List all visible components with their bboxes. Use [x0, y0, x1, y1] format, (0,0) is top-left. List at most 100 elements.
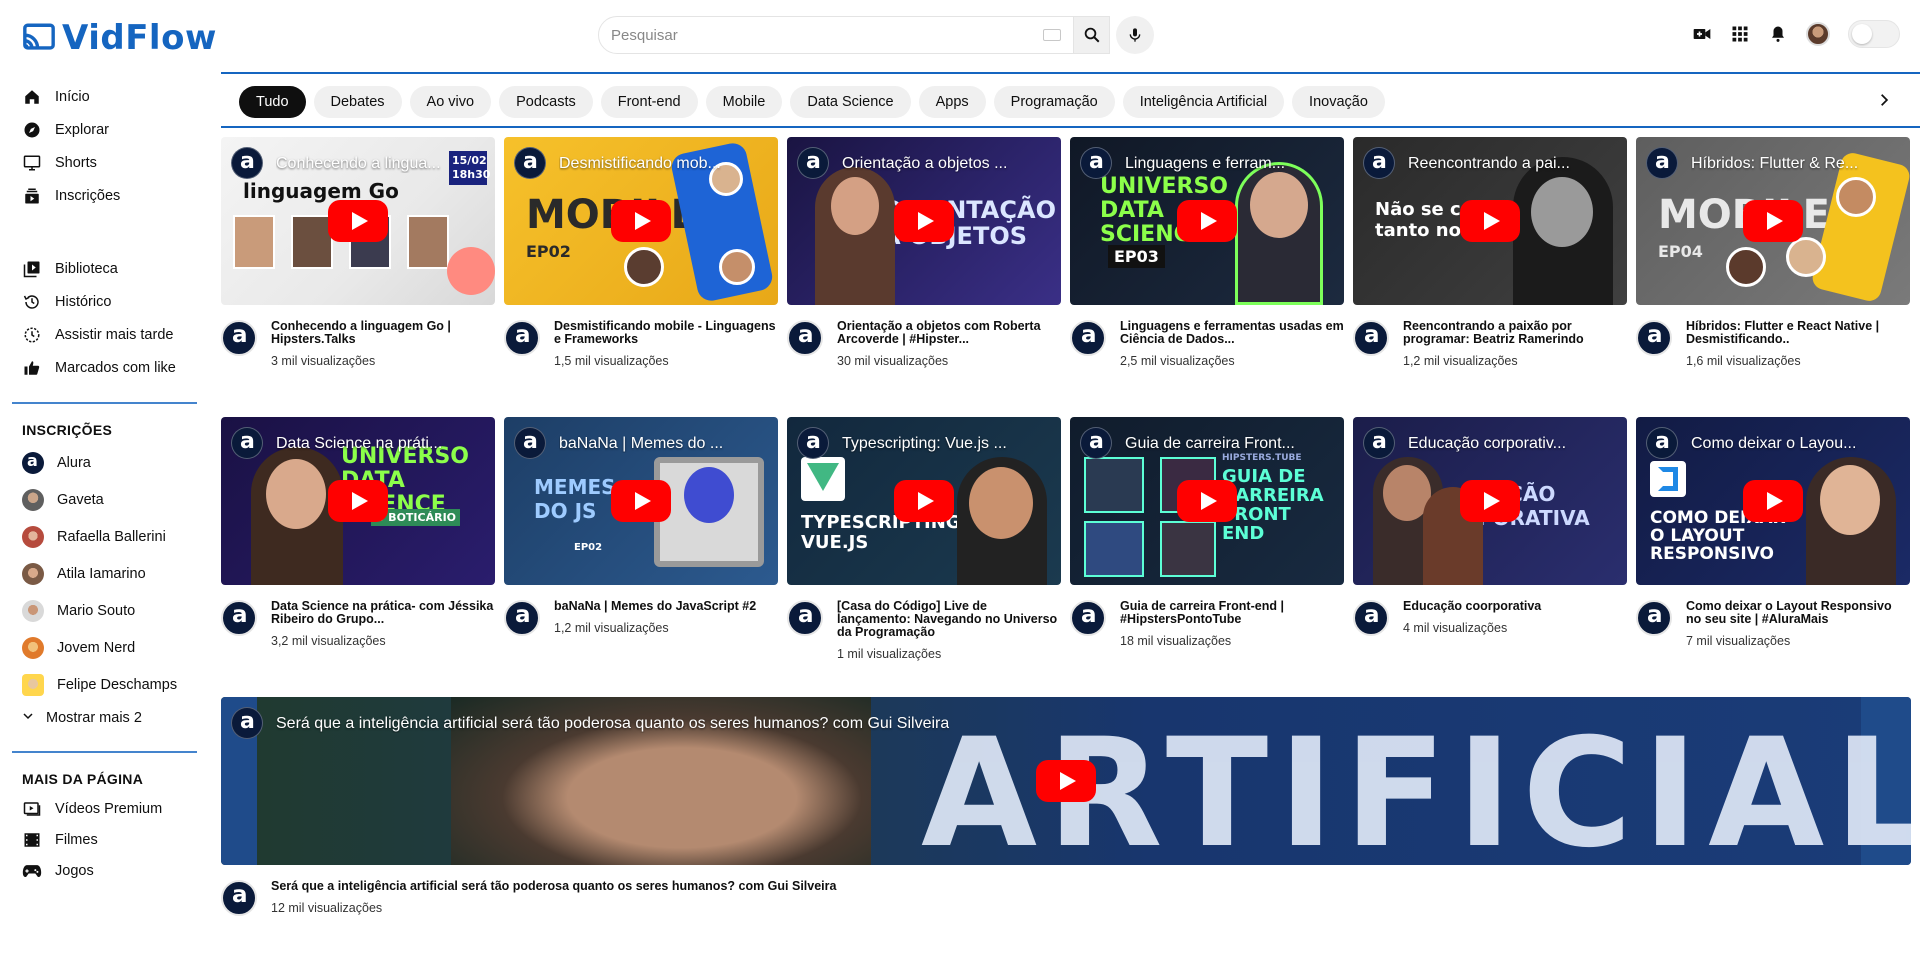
chip-inteligencia-artificial[interactable]: Inteligência Artificial — [1122, 86, 1285, 118]
video-card[interactable]: CAÇÃO PORATIVA Educação corporativ... Ed… — [1353, 417, 1627, 697]
channel-avatar[interactable] — [787, 320, 823, 356]
video-card[interactable]: TYPESCRIPTING: VUE.JS Typescripting: Vue… — [787, 417, 1061, 697]
play-button-icon[interactable] — [1743, 480, 1803, 522]
channel-avatar[interactable] — [1353, 600, 1389, 636]
sidebar-item-marcados-com-like[interactable]: Marcados com like — [0, 351, 200, 384]
play-button-icon[interactable] — [894, 480, 954, 522]
video-thumbnail[interactable]: Não se co tanto no i Reencontrando a pai… — [1353, 137, 1627, 305]
subscription-gaveta[interactable]: Gaveta — [0, 481, 200, 518]
voice-search-button[interactable] — [1116, 16, 1154, 54]
channel-avatar[interactable] — [787, 600, 823, 636]
video-thumbnail[interactable]: GUIA DE CARREIRA FRONT END HIPSTERS.TUBE… — [1070, 417, 1344, 585]
chip-tudo[interactable]: Tudo — [239, 86, 306, 118]
video-title[interactable]: Educação coorporativa — [1403, 600, 1627, 613]
create-video-icon[interactable] — [1692, 24, 1712, 44]
play-button-icon[interactable] — [1036, 760, 1096, 802]
video-card[interactable]: UNIVERSO DATA SCIENCE EP03 Linguagens e … — [1070, 137, 1344, 417]
sidebar-item-explorar[interactable]: Explorar — [0, 113, 200, 146]
search-input[interactable] — [611, 26, 1031, 44]
channel-avatar[interactable] — [1070, 320, 1106, 356]
channel-avatar[interactable] — [221, 600, 257, 636]
logo[interactable]: VidFlow — [22, 18, 217, 58]
video-title[interactable]: Híbridos: Flutter e React Native | Desmi… — [1686, 320, 1910, 346]
subscription-mario-souto[interactable]: Mario Souto — [0, 592, 200, 629]
channel-avatar[interactable] — [504, 600, 540, 636]
video-thumbnail[interactable]: UNIVERSO DATA SCIENCE O BOTICÁRIO Data S… — [221, 417, 495, 585]
sidebar-item-videos-premium[interactable]: Vídeos Premium — [0, 793, 200, 824]
sidebar-item-inicio[interactable]: Início — [0, 80, 200, 113]
chip-mobile[interactable]: Mobile — [705, 86, 783, 118]
channel-avatar[interactable] — [504, 320, 540, 356]
video-thumbnail[interactable]: UNIVERSO DATA SCIENCE EP03 Linguagens e … — [1070, 137, 1344, 305]
video-card[interactable]: MOBILE EP02 Desmistificando mob... Desmi… — [504, 137, 778, 417]
video-thumbnail[interactable]: COMO DEIXAR O LAYOUT RESPONSIVO Como dei… — [1636, 417, 1910, 585]
video-thumbnail[interactable]: linguagem Go 15/02 18h30 Conhecendo a li… — [221, 137, 495, 305]
play-button-icon[interactable] — [894, 200, 954, 242]
video-card[interactable]: GUIA DE CARREIRA FRONT END HIPSTERS.TUBE… — [1070, 417, 1344, 697]
video-title[interactable]: Como deixar o Layout Responsivo no seu s… — [1686, 600, 1910, 626]
video-thumbnail[interactable]: TYPESCRIPTING: VUE.JS Typescripting: Vue… — [787, 417, 1061, 585]
video-title[interactable]: Guia de carreira Front-end | #HipstersPo… — [1120, 600, 1344, 626]
chip-data-science[interactable]: Data Science — [790, 86, 911, 118]
user-avatar[interactable] — [1806, 22, 1830, 46]
video-card[interactable]: ORIENTAÇÃO A OBJETOS Orientação a objeto… — [787, 137, 1061, 417]
sidebar-item-historico[interactable]: Histórico — [0, 285, 200, 318]
play-button-icon[interactable] — [1177, 200, 1237, 242]
play-button-icon[interactable] — [328, 480, 388, 522]
video-card[interactable]: MEMES DO JS EP02 baNaNa | Memes do ... b… — [504, 417, 778, 697]
video-title[interactable]: Orientação a objetos com Roberta Arcover… — [837, 320, 1061, 346]
play-button-icon[interactable] — [1743, 200, 1803, 242]
video-title[interactable]: Conhecendo a linguagem Go | Hipsters.Tal… — [271, 320, 495, 346]
sidebar-item-filmes[interactable]: Filmes — [0, 824, 200, 855]
video-card[interactable]: COMO DEIXAR O LAYOUT RESPONSIVO Como dei… — [1636, 417, 1910, 697]
video-title[interactable]: Desmistificando mobile - Linguagens e Fr… — [554, 320, 778, 346]
notifications-bell-icon[interactable] — [1768, 24, 1788, 44]
play-button-icon[interactable] — [1177, 480, 1237, 522]
video-thumbnail[interactable]: MOBILE EP04 Híbridos: Flutter & Re... — [1636, 137, 1910, 305]
video-title[interactable]: [Casa do Código] Live de lançamento: Nav… — [837, 600, 1061, 639]
video-title[interactable]: Data Science na prática- com Jéssika Rib… — [271, 600, 495, 626]
channel-avatar[interactable] — [1070, 600, 1106, 636]
keyboard-icon[interactable] — [1043, 29, 1061, 41]
play-button-icon[interactable] — [611, 200, 671, 242]
video-card[interactable]: MOBILE EP04 Híbridos: Flutter & Re... Hí… — [1636, 137, 1910, 417]
channel-avatar[interactable] — [1636, 600, 1672, 636]
video-thumbnail[interactable]: MOBILE EP02 Desmistificando mob... — [504, 137, 778, 305]
theme-toggle[interactable] — [1848, 20, 1900, 48]
chevron-right-icon[interactable] — [1872, 88, 1896, 112]
apps-grid-icon[interactable] — [1730, 24, 1750, 44]
subscription-jovem-nerd[interactable]: Jovem Nerd — [0, 629, 200, 666]
video-thumbnail[interactable]: ORIENTAÇÃO A OBJETOS Orientação a objeto… — [787, 137, 1061, 305]
chip-apps[interactable]: Apps — [918, 86, 986, 118]
subscription-felipe-deschamps[interactable]: Felipe Deschamps — [0, 666, 200, 703]
play-button-icon[interactable] — [611, 480, 671, 522]
sidebar-item-assistir-mais-tarde[interactable]: Assistir mais tarde — [0, 318, 200, 351]
video-title[interactable]: Reencontrando a paixão por programar: Be… — [1403, 320, 1627, 346]
video-title[interactable]: Linguagens e ferramentas usadas em Ciênc… — [1120, 320, 1344, 346]
channel-avatar[interactable] — [1636, 320, 1672, 356]
chip-front-end[interactable]: Front-end — [600, 86, 698, 118]
chip-podcasts[interactable]: Podcasts — [499, 86, 593, 118]
video-card[interactable]: Não se co tanto no i Reencontrando a pai… — [1353, 137, 1627, 417]
video-thumbnail[interactable]: ARTIFICIAL Será que a inteligência artif… — [221, 697, 1911, 865]
sidebar-item-biblioteca[interactable]: Biblioteca — [0, 252, 200, 285]
search-button[interactable] — [1074, 16, 1110, 54]
channel-avatar[interactable] — [221, 880, 257, 916]
video-title[interactable]: baNaNa | Memes do JavaScript #2 — [554, 600, 778, 613]
sidebar-item-inscricoes[interactable]: Inscrições — [0, 179, 200, 212]
play-button-icon[interactable] — [328, 200, 388, 242]
play-button-icon[interactable] — [1460, 200, 1520, 242]
video-card[interactable]: UNIVERSO DATA SCIENCE O BOTICÁRIO Data S… — [221, 417, 495, 697]
chip-debates[interactable]: Debates — [313, 86, 402, 118]
video-card[interactable]: linguagem Go 15/02 18h30 Conhecendo a li… — [221, 137, 495, 417]
featured-video-card[interactable]: ARTIFICIAL Será que a inteligência artif… — [221, 697, 1911, 916]
chip-inovacao[interactable]: Inovação — [1292, 86, 1385, 118]
chip-ao-vivo[interactable]: Ao vivo — [409, 86, 492, 118]
subscription-atila-iamarino[interactable]: Atila Iamarino — [0, 555, 200, 592]
subscription-alura[interactable]: Alura — [0, 444, 200, 481]
subscription-rafaella-ballerini[interactable]: Rafaella Ballerini — [0, 518, 200, 555]
video-thumbnail[interactable]: CAÇÃO PORATIVA Educação corporativ... — [1353, 417, 1627, 585]
show-more-subscriptions[interactable]: Mostrar mais 2 — [0, 703, 200, 733]
chip-programacao[interactable]: Programação — [993, 86, 1115, 118]
sidebar-item-jogos[interactable]: Jogos — [0, 855, 200, 886]
